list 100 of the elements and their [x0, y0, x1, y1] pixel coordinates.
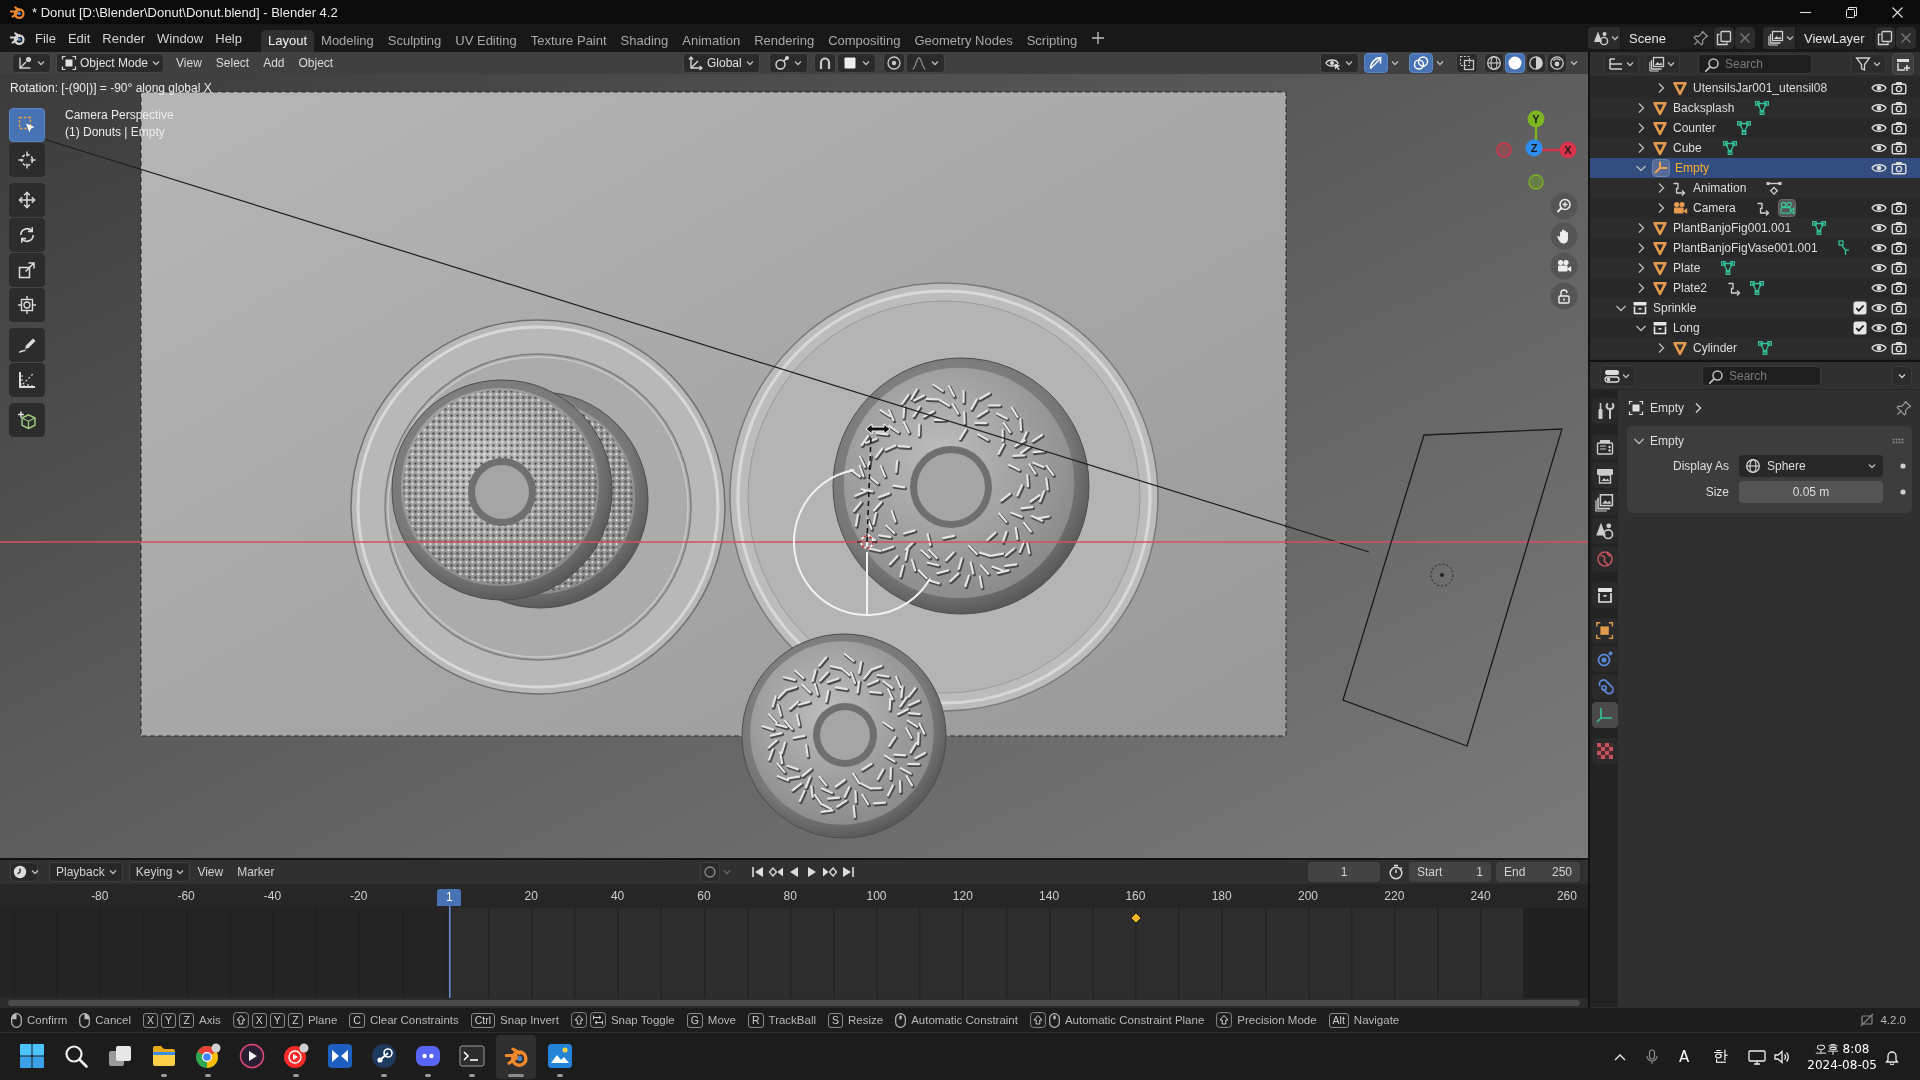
outliner-row[interactable]: Counter	[1590, 118, 1920, 138]
app-logo-icon[interactable]	[9, 30, 25, 46]
app-logo-icon[interactable]	[496, 1035, 536, 1079]
xray-squares-icon[interactable]	[1456, 53, 1478, 73]
workspace-tab[interactable]: Rendering	[747, 30, 822, 52]
gizmo-arrows-icon[interactable]	[1364, 53, 1388, 73]
camera-icon[interactable]	[1891, 100, 1907, 116]
camera-icon[interactable]	[1891, 240, 1907, 256]
pin-icon[interactable]	[1896, 400, 1912, 416]
scene-field[interactable]: Scene	[1621, 27, 1713, 49]
view-layer-field[interactable]: ViewLayer	[1796, 27, 1874, 49]
monitor-icon[interactable]	[1748, 1048, 1767, 1065]
camera-icon[interactable]	[1891, 140, 1907, 156]
radio-icon[interactable]	[1592, 434, 1618, 460]
checkbox[interactable]	[1853, 321, 1867, 335]
menu-item[interactable]: Object	[291, 56, 341, 70]
end-frame-field[interactable]: End 250	[1496, 862, 1580, 882]
grip-dots-icon[interactable]	[1892, 438, 1904, 444]
chevron-up-icon[interactable]	[1614, 1052, 1626, 1061]
rod-disc-icon[interactable]	[371, 1043, 397, 1077]
scale-icon[interactable]	[9, 253, 45, 287]
scrollbar[interactable]	[8, 1000, 1580, 1006]
camera-icon[interactable]	[1891, 120, 1907, 136]
camera-icon[interactable]	[1891, 160, 1907, 176]
solid-circle-icon[interactable]	[1505, 53, 1525, 73]
value-dropdown[interactable]: Sphere	[1739, 455, 1883, 477]
crosshair-icon[interactable]	[9, 143, 45, 177]
workspace-tab[interactable]: Animation	[675, 30, 748, 52]
camera-icon[interactable]	[1891, 200, 1907, 216]
axis-dot-icon[interactable]	[1528, 174, 1544, 190]
workspace-tab[interactable]: Compositing	[821, 30, 908, 52]
magnet-icon[interactable]	[814, 53, 836, 73]
bowtie-tile-icon[interactable]	[327, 1043, 353, 1069]
workspace-tab[interactable]: Scripting	[1019, 30, 1085, 52]
outliner-row[interactable]: Cube	[1590, 138, 1920, 158]
workspace-tab[interactable]: Shading	[613, 30, 676, 52]
current-frame-field[interactable]: 1	[1308, 862, 1380, 882]
editor-type-dropdown[interactable]	[12, 53, 51, 73]
speaker-icon[interactable]	[1773, 1048, 1792, 1065]
menu-item[interactable]: Help	[209, 26, 248, 50]
axes-icon[interactable]	[1592, 702, 1618, 728]
outliner-row[interactable]: UtensilsJar001_utensil08	[1590, 78, 1920, 98]
new-collection-icon[interactable]	[1892, 53, 1914, 75]
mode-dropdown[interactable]: Object Mode	[56, 53, 164, 73]
outliner-row[interactable]: Sprinkle	[1590, 298, 1920, 318]
zoom-icon[interactable]	[1550, 192, 1578, 220]
outliner-row[interactable]: PlantBanjoFig001.001	[1590, 218, 1920, 238]
menu-item[interactable]: Render	[96, 26, 151, 50]
display-mode-dropdown[interactable]	[1645, 54, 1680, 74]
clock-time[interactable]: 오후 8:08	[1814, 1040, 1870, 1057]
copy-icon[interactable]	[1875, 27, 1895, 49]
plus-icon[interactable]	[1090, 30, 1107, 46]
clock-date[interactable]: 2024-08-05	[1807, 1056, 1877, 1073]
view-layer-dropdown[interactable]	[1763, 27, 1795, 49]
editor-type-dropdown[interactable]	[1600, 364, 1635, 387]
workspace-tab[interactable]: Modeling	[314, 30, 381, 52]
dot-icon[interactable]	[1899, 489, 1906, 495]
camera-icon[interactable]	[1891, 260, 1907, 276]
pin-icon[interactable]	[1693, 30, 1709, 46]
outliner-row[interactable]: Animation	[1590, 178, 1920, 198]
menu-item[interactable]: File	[29, 26, 62, 50]
bell-icon[interactable]	[1885, 1048, 1899, 1065]
editor-type-dropdown[interactable]	[1604, 54, 1639, 74]
visibility-dropdown[interactable]	[1320, 53, 1359, 73]
menu-item[interactable]: Window	[151, 26, 210, 50]
menu-item[interactable]: View	[190, 865, 231, 879]
camera-icon[interactable]	[1891, 220, 1907, 236]
workspace-tab[interactable]: UV Editing	[448, 30, 524, 52]
search-icon[interactable]	[63, 1043, 89, 1069]
rotate-arrows-icon[interactable]	[9, 218, 45, 252]
play-circle-icon[interactable]	[283, 1043, 309, 1077]
outliner-row[interactable]: Cylinder	[1590, 338, 1920, 358]
ruler-icon[interactable]	[9, 363, 45, 397]
image-stack-icon[interactable]	[1592, 490, 1618, 516]
ime-indicator[interactable]: 한	[1713, 1047, 1729, 1065]
open-padlock-icon[interactable]	[1550, 282, 1578, 310]
stopwatch-icon[interactable]	[1388, 864, 1404, 880]
checker-icon[interactable]	[1592, 738, 1618, 764]
snap-target-dropdown[interactable]	[837, 53, 876, 73]
outliner-row[interactable]: Backsplash	[1590, 98, 1920, 118]
checkbox[interactable]	[1853, 301, 1867, 315]
input-mode-indicator[interactable]: A	[1679, 1047, 1690, 1066]
record-icon[interactable]	[700, 862, 720, 882]
camera-icon[interactable]	[1550, 252, 1578, 280]
terminal-icon[interactable]	[459, 1043, 485, 1077]
ring-circle-icon[interactable]	[1547, 53, 1567, 73]
picture-tile-icon[interactable]	[547, 1043, 573, 1077]
editor-type-dropdown[interactable]	[10, 862, 38, 882]
orbit-icon[interactable]	[1592, 646, 1618, 672]
outliner-row[interactable]: Long	[1590, 318, 1920, 338]
hand-icon[interactable]	[1550, 222, 1578, 250]
search-field[interactable]: Search	[1698, 54, 1812, 74]
menu-item[interactable]: Marker	[230, 865, 282, 879]
play-circle-icon[interactable]	[239, 1043, 265, 1069]
workspace-tab[interactable]: Layout	[261, 30, 315, 52]
overlapping-circles-icon[interactable]	[1409, 53, 1433, 73]
pivot-dropdown[interactable]	[769, 53, 808, 73]
outliner-row[interactable]: Empty	[1590, 158, 1920, 178]
start-frame-field[interactable]: Start 1	[1409, 862, 1491, 882]
printer-icon[interactable]	[1592, 462, 1618, 488]
